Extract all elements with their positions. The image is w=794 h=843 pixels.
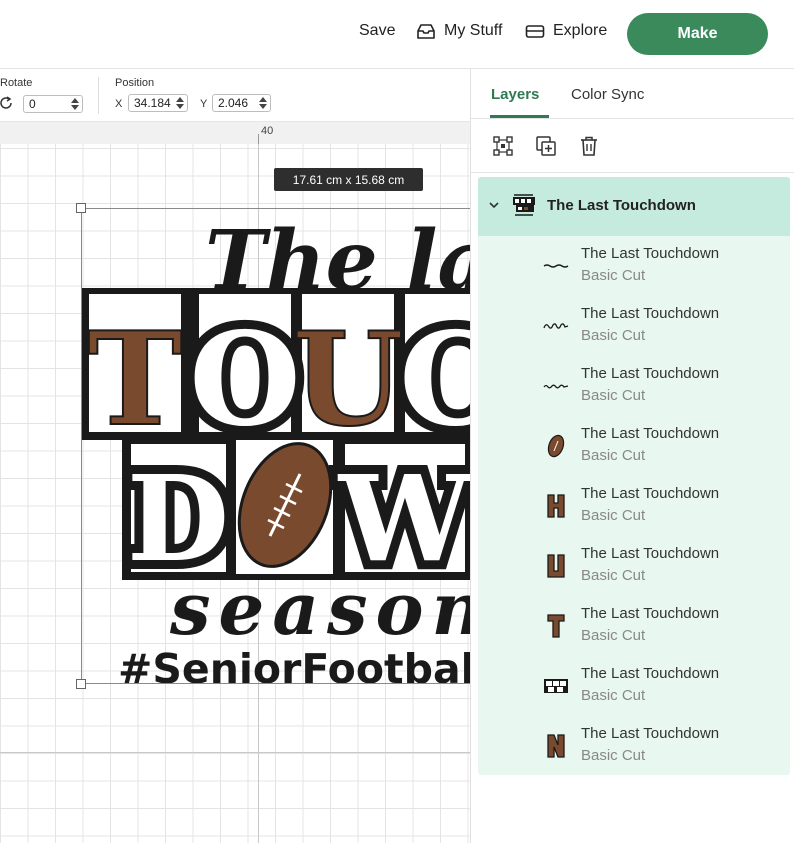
horizontal-ruler: 40	[0, 122, 470, 145]
toolbar-divider	[98, 77, 99, 114]
ruler-mark: 40	[261, 125, 274, 137]
layer-operation: Basic Cut	[581, 567, 646, 584]
layer-row[interactable]: The Last Touchdown Basic Cut	[478, 597, 790, 657]
layer-group-header[interactable]: The Last Touchdown	[478, 177, 790, 236]
save-button[interactable]: Save	[359, 22, 395, 40]
x-label: X	[115, 98, 123, 110]
layer-row[interactable]: The Last Touchdown Basic Cut	[478, 657, 790, 717]
layer-name: The Last Touchdown	[581, 665, 720, 682]
t-letter-thumb-icon	[538, 609, 574, 643]
resize-handle-top-left[interactable]	[76, 203, 86, 213]
top-bar: Save My Stuff Explore Make	[0, 0, 794, 69]
layer-name: The Last Touchdown	[581, 425, 720, 442]
rotate-input[interactable]: 0	[23, 95, 83, 113]
explore-button[interactable]: Explore	[525, 22, 607, 40]
layer-name: The Last Touchdown	[581, 305, 720, 322]
y-value: 2.046	[218, 96, 249, 110]
panel-divider-2	[471, 172, 794, 173]
layer-name: The Last Touchdown	[581, 245, 720, 262]
x-position-input[interactable]: 34.184	[128, 94, 188, 112]
chevron-down-icon[interactable]	[488, 198, 500, 216]
my-stuff-label: My Stuff	[444, 22, 503, 39]
layer-name: The Last Touchdown	[581, 725, 720, 742]
rotate-stepper[interactable]	[70, 97, 80, 111]
tab-layers[interactable]: Layers	[491, 86, 539, 103]
layer-name: The Last Touchdown	[581, 485, 720, 502]
my-stuff-button[interactable]: My Stuff	[416, 22, 502, 40]
save-label: Save	[359, 22, 396, 39]
duplicate-icon[interactable]	[533, 133, 559, 159]
tab-color-sync[interactable]: Color Sync	[571, 86, 644, 103]
layers-panel: Layers Color Sync The Last Touchdown The…	[470, 69, 794, 843]
layer-name: The Last Touchdown	[581, 365, 720, 382]
explore-label: Explore	[553, 22, 608, 39]
y-stepper[interactable]	[258, 96, 268, 110]
layer-row[interactable]: The Last Touchdown Basic Cut	[478, 417, 790, 477]
panel-divider	[471, 118, 794, 119]
selection-bounding-box[interactable]	[81, 208, 470, 684]
n-letter-thumb-icon	[538, 729, 574, 763]
resize-handle-bottom-left[interactable]	[76, 679, 86, 689]
make-button[interactable]: Make	[627, 13, 768, 55]
layer-row[interactable]: The Last Touchdown Basic Cut	[478, 717, 790, 777]
layer-operation: Basic Cut	[581, 507, 646, 524]
rotate-label: Rotate	[0, 77, 33, 89]
position-label: Position	[115, 77, 155, 89]
layer-row[interactable]: The Last Touchdown Basic Cut	[478, 477, 790, 537]
layer-operation: Basic Cut	[581, 387, 646, 404]
group-icon[interactable]	[490, 133, 516, 159]
layer-row[interactable]: The Last Touchdown Basic Cut	[478, 537, 790, 597]
layer-operation: Basic Cut	[581, 627, 646, 644]
layer-row[interactable]: The Last Touchdown Basic Cut	[478, 297, 790, 357]
rotate-value: 0	[29, 97, 36, 111]
layer-operation: Basic Cut	[581, 747, 646, 764]
x-value: 34.184	[134, 96, 171, 110]
ruler-tick	[258, 134, 259, 144]
script-thumb-icon	[538, 309, 574, 343]
season-thumb-icon	[538, 369, 574, 403]
u-letter-thumb-icon	[538, 549, 574, 583]
dimension-tooltip: 17.61 cm x 15.68 cm	[274, 168, 423, 191]
layer-name: The Last Touchdown	[581, 545, 720, 562]
layer-group: The Last Touchdown The Last Touchdown Ba…	[478, 177, 790, 775]
y-label: Y	[200, 98, 208, 110]
layer-operation: Basic Cut	[581, 327, 646, 344]
y-position-input[interactable]: 2.046	[212, 94, 271, 112]
layer-group-title: The Last Touchdown	[547, 197, 696, 214]
explore-icon	[525, 24, 545, 39]
line-thumb-icon	[538, 249, 574, 283]
layer-row[interactable]: The Last Touchdown Basic Cut	[478, 237, 790, 297]
group-thumbnail-icon	[511, 193, 537, 222]
layer-operation: Basic Cut	[581, 267, 646, 284]
h-letter-thumb-icon	[538, 489, 574, 523]
layer-operation: Basic Cut	[581, 687, 646, 704]
layer-operation: Basic Cut	[581, 447, 646, 464]
boxes-thumb-icon	[538, 669, 574, 703]
design-canvas[interactable]: The last T O U C D W	[0, 144, 470, 843]
inbox-icon	[416, 23, 436, 40]
delete-icon[interactable]	[576, 133, 602, 159]
x-stepper[interactable]	[175, 96, 185, 110]
layer-row[interactable]: The Last Touchdown Basic Cut	[478, 357, 790, 417]
rotate-icon	[0, 95, 14, 116]
layer-name: The Last Touchdown	[581, 605, 720, 622]
football-thumb-icon	[538, 429, 574, 463]
